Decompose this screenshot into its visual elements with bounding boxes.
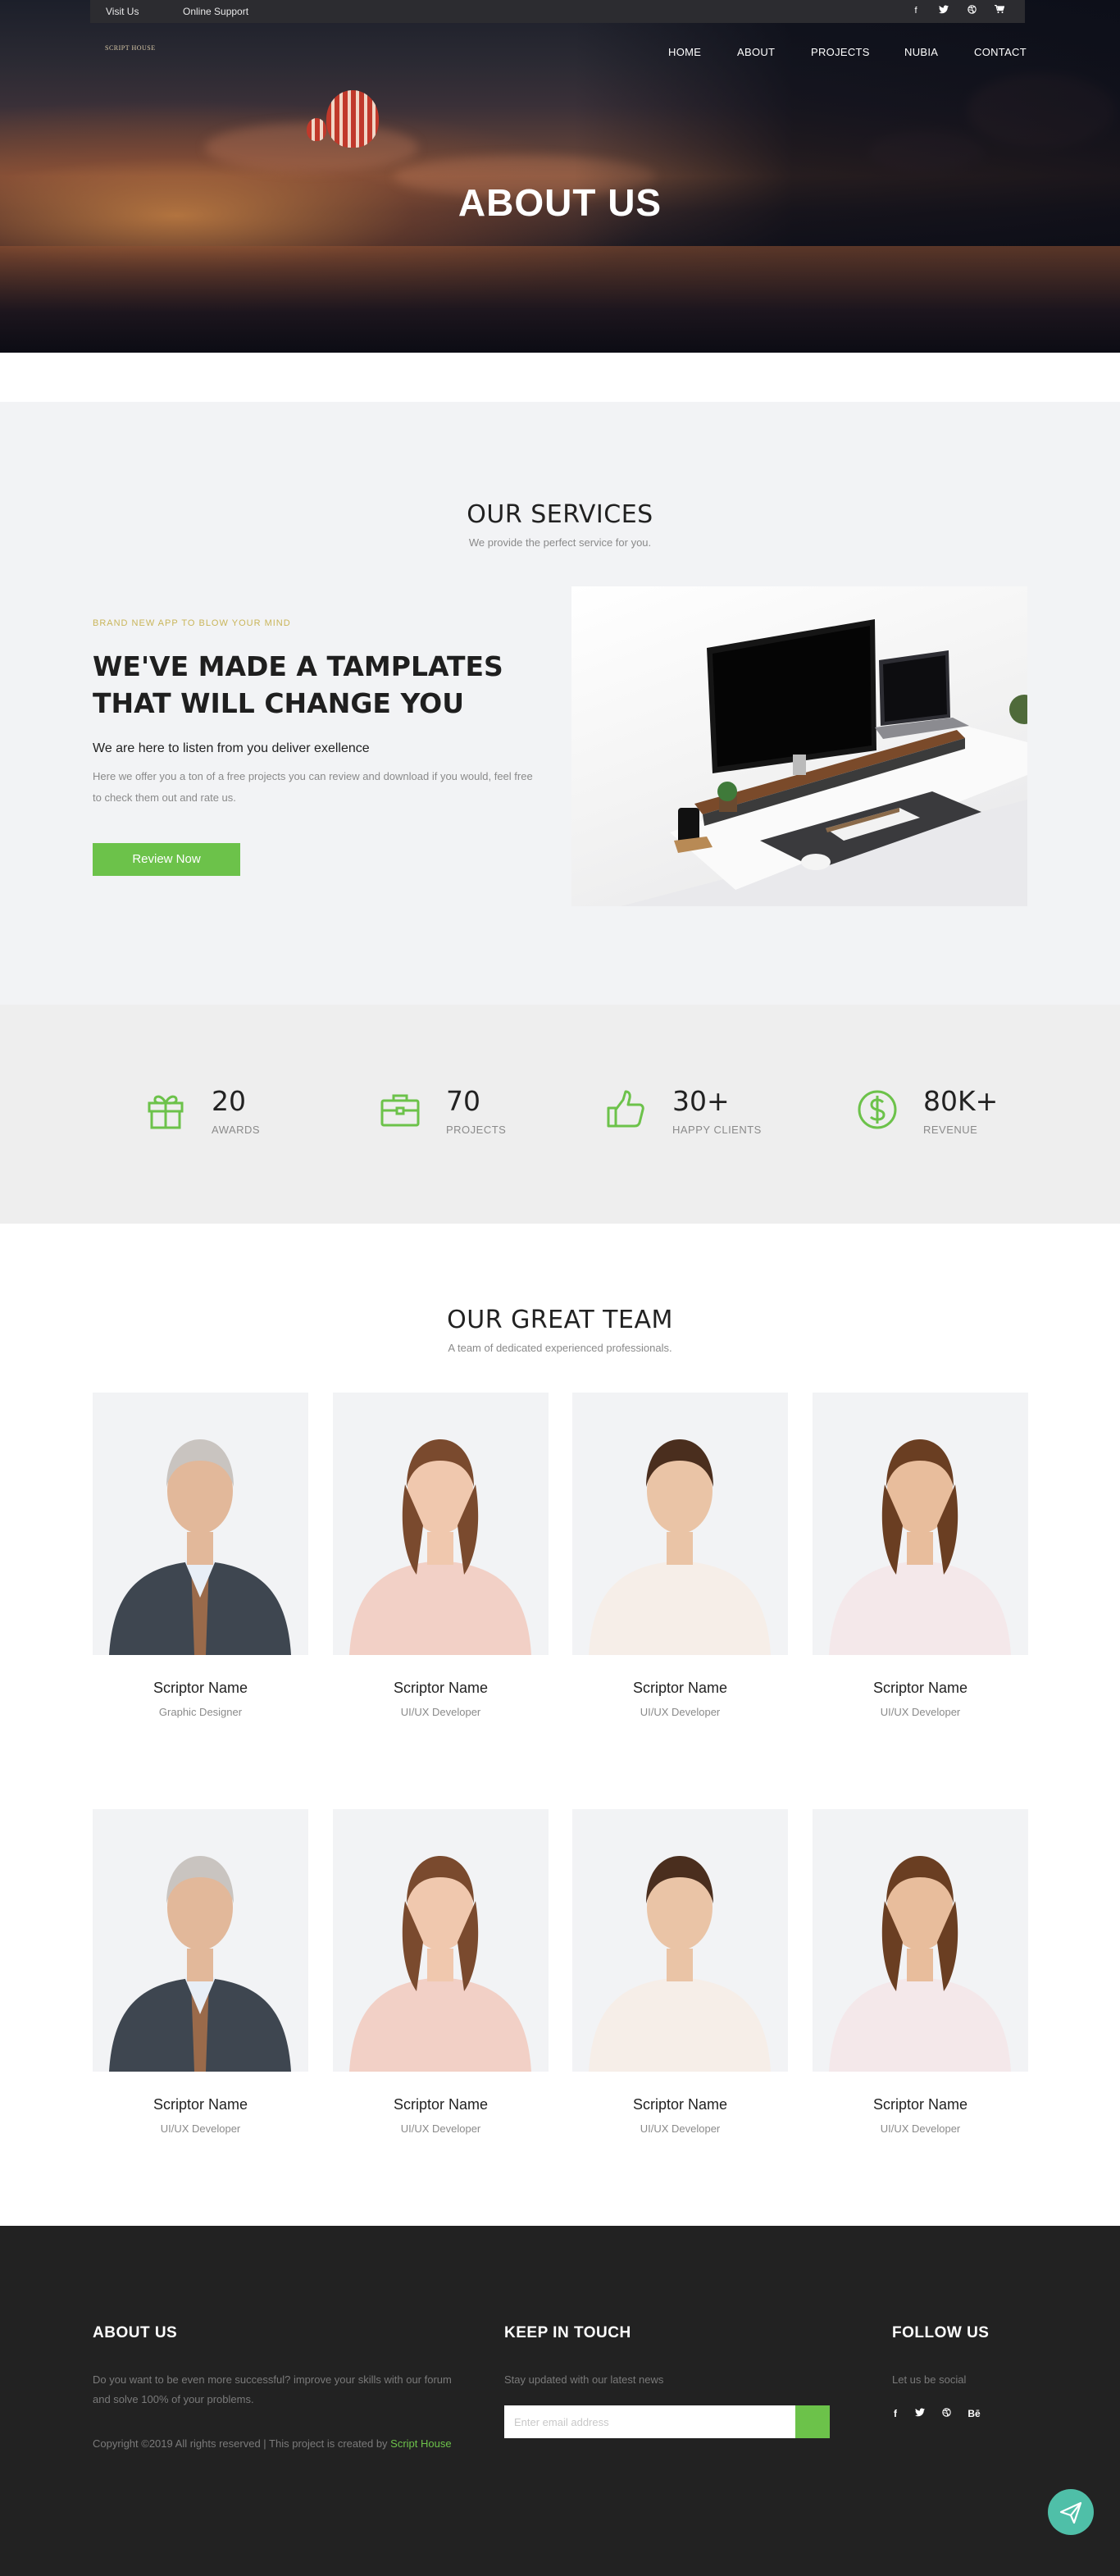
team-member-role: UI/UX Developer	[640, 2122, 721, 2135]
footer-behance-icon[interactable]: Bē	[966, 2405, 982, 2422]
footer-copyright: Copyright ©2019 All rights reserved | Th…	[93, 2437, 452, 2450]
services-subtitle: We provide the perfect service for you.	[468, 536, 652, 549]
team-member-photo	[813, 1809, 1028, 2072]
team-member-photo	[572, 1393, 788, 1655]
team-member-name: Scriptor Name	[872, 1680, 968, 1696]
team-member-name: Scriptor Name	[632, 2096, 728, 2113]
balloon-large	[326, 90, 379, 148]
balloon-small	[307, 118, 326, 141]
footer-keep-text: Stay updated with our latest news	[504, 2373, 664, 2386]
team-member-role: UI/UX Developer	[160, 2122, 241, 2135]
team-section: OUR GREAT TEAM A team of dedicated exper…	[0, 1224, 1120, 2226]
gift-icon	[144, 1088, 187, 1131]
nav-projects[interactable]: PROJECTS	[811, 46, 870, 58]
facebook-icon[interactable]: f	[910, 5, 922, 16]
stat-label: REVENUE	[923, 1124, 978, 1136]
desk-workspace-image	[571, 586, 1027, 906]
newsletter-submit-button[interactable]	[795, 2405, 830, 2438]
services-body: Here we offer you a ton of a free projec…	[93, 770, 533, 804]
footer-twitter-icon[interactable]	[912, 2405, 928, 2422]
team-member-photo	[333, 1393, 549, 1655]
script-house-link[interactable]: Script House	[390, 2437, 451, 2450]
hero-banner: Visit Us Online Support f SCRIPT HOUSE H…	[0, 0, 1120, 353]
stat-number: 30+	[672, 1085, 730, 1117]
stats-section: 20 AWARDS 70 PROJECTS 30+ HAPPY CLIENTS	[0, 1005, 1120, 1224]
services-section: OUR SERVICES We provide the perfect serv…	[0, 402, 1120, 1005]
team-member-photo	[813, 1393, 1028, 1655]
page-title: ABOUT US	[458, 181, 662, 224]
footer-dribbble-icon[interactable]	[938, 2405, 954, 2422]
footer-follow-text: Let us be social	[892, 2373, 967, 2386]
nav-home[interactable]: HOME	[668, 46, 701, 58]
team-subtitle: A team of dedicated experienced professi…	[448, 1342, 672, 1354]
site-logo[interactable]: SCRIPT HOUSE	[105, 44, 156, 52]
top-bar: Visit Us Online Support f	[90, 0, 1025, 23]
stat-label: HAPPY CLIENTS	[672, 1124, 762, 1136]
services-headline: WE'VE MADE A TAMPLATES THAT WILL CHANGE …	[93, 650, 503, 719]
team-member-name: Scriptor Name	[393, 1680, 489, 1696]
team-member-name: Scriptor Name	[393, 2096, 489, 2113]
footer-facebook-icon[interactable]: f	[887, 2405, 904, 2422]
team-member-role: UI/UX Developer	[640, 1706, 721, 1718]
cart-icon[interactable]	[994, 4, 1005, 16]
thumbs-up-icon	[605, 1088, 648, 1131]
team-member-role: UI/UX Developer	[880, 2122, 961, 2135]
site-footer: ABOUT US Do you want to be even more suc…	[0, 2226, 1120, 2576]
team-member-role: UI/UX Developer	[880, 1706, 961, 1718]
stat-number: 20	[212, 1085, 246, 1117]
services-lead: We are here to listen from you deliver e…	[93, 741, 370, 755]
twitter-icon[interactable]	[938, 5, 949, 16]
services-eyebrow: BRAND NEW APP TO BLOW YOUR MIND	[93, 618, 291, 628]
footer-about-title: ABOUT US	[93, 2324, 178, 2341]
stat-label: AWARDS	[212, 1124, 261, 1136]
services-title: OUR SERVICES	[467, 500, 653, 529]
footer-keep-title: KEEP IN TOUCH	[504, 2324, 631, 2341]
team-member-name: Scriptor Name	[632, 1680, 728, 1696]
newsletter-email-input[interactable]	[504, 2405, 795, 2438]
dribbble-icon[interactable]	[966, 5, 977, 16]
online-support-link[interactable]: Online Support	[183, 6, 248, 17]
nav-about[interactable]: ABOUT	[737, 46, 775, 58]
team-member-photo	[93, 1393, 308, 1655]
team-title: OUR GREAT TEAM	[447, 1306, 673, 1334]
footer-follow-title: FOLLOW US	[892, 2324, 990, 2341]
nav-nubia[interactable]: NUBIA	[904, 46, 938, 58]
page: Visit Us Online Support f SCRIPT HOUSE H…	[0, 0, 1120, 2576]
review-now-button[interactable]: Review Now	[93, 843, 240, 876]
dollar-icon	[856, 1088, 899, 1131]
send-message-button[interactable]	[1048, 2489, 1094, 2535]
team-member-name: Scriptor Name	[872, 2096, 968, 2113]
footer-about-text: Do you want to be even more successful? …	[93, 2373, 452, 2405]
stat-label: PROJECTS	[446, 1124, 507, 1136]
stat-number: 70	[446, 1085, 480, 1117]
nav-contact[interactable]: CONTACT	[974, 46, 1027, 58]
briefcase-icon	[379, 1088, 421, 1131]
team-member-role: Graphic Designer	[158, 1706, 243, 1718]
team-member-photo	[572, 1809, 788, 2072]
team-member-photo	[333, 1809, 549, 2072]
stat-number: 80K+	[923, 1085, 999, 1117]
team-member-name: Scriptor Name	[153, 1680, 248, 1696]
team-member-role: UI/UX Developer	[400, 2122, 481, 2135]
visit-us-link[interactable]: Visit Us	[106, 6, 139, 17]
team-member-role: UI/UX Developer	[400, 1706, 481, 1718]
team-member-photo	[93, 1809, 308, 2072]
team-member-name: Scriptor Name	[153, 2096, 248, 2113]
